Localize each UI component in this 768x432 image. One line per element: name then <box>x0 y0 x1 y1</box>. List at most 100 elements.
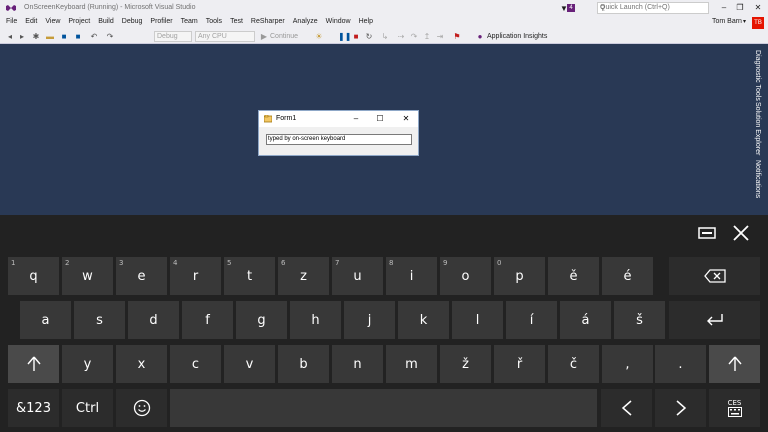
menu-resharper[interactable]: ReSharper <box>247 17 289 26</box>
open-folder-icon[interactable]: ▬ <box>44 31 56 42</box>
menu-build[interactable]: Build <box>94 17 118 26</box>
key-row3[interactable]: c <box>170 345 221 383</box>
continue-button[interactable]: Continue <box>270 31 298 42</box>
side-tab-notifications[interactable]: Notifications <box>754 160 761 198</box>
key-row2[interactable]: l <box>452 301 503 339</box>
right-shift-key[interactable] <box>709 345 760 383</box>
key-row1[interactable]: 6z <box>278 257 329 295</box>
key-row1[interactable]: é <box>602 257 653 295</box>
menu-window[interactable]: Window <box>322 17 355 26</box>
key-row2[interactable]: h <box>290 301 341 339</box>
key-row3[interactable]: ž <box>440 345 491 383</box>
restore-button[interactable]: ❐ <box>732 2 748 14</box>
platform-dropdown[interactable]: Any CPU <box>195 31 255 42</box>
key-row3[interactable]: v <box>224 345 275 383</box>
enter-key[interactable] <box>669 301 760 339</box>
right-arrow-key[interactable] <box>655 389 706 427</box>
key-row2[interactable]: s <box>74 301 125 339</box>
key-row1[interactable]: 3e <box>116 257 167 295</box>
save-icon[interactable]: ■ <box>58 31 70 42</box>
forward-icon[interactable]: ▸ <box>16 31 28 42</box>
key-row3[interactable]: . <box>655 345 706 383</box>
key-row3[interactable]: m <box>386 345 437 383</box>
keyboard-layout-icon[interactable] <box>697 223 717 243</box>
step-icon[interactable]: ⇥ <box>435 31 445 42</box>
user-name[interactable]: Tom Barn <box>712 18 742 25</box>
key-row1[interactable]: 9o <box>440 257 491 295</box>
close-icon[interactable] <box>731 223 751 243</box>
step-over-icon[interactable]: ↷ <box>409 31 419 42</box>
menu-profiler[interactable]: Profiler <box>146 17 176 26</box>
key-row1[interactable]: 1q <box>8 257 59 295</box>
space-key[interactable] <box>170 389 597 427</box>
menu-file[interactable]: File <box>2 17 21 26</box>
form1-minimize-button[interactable]: – <box>349 113 363 125</box>
key-row3[interactable]: n <box>332 345 383 383</box>
symbols-key[interactable]: &123 <box>8 389 59 427</box>
close-button[interactable]: ✕ <box>750 2 766 14</box>
redo-icon[interactable]: ↷ <box>104 31 116 42</box>
key-row2[interactable]: g <box>236 301 287 339</box>
menu-analyze[interactable]: Analyze <box>289 17 322 26</box>
menu-test[interactable]: Test <box>226 17 247 26</box>
left-arrow-key[interactable] <box>601 389 652 427</box>
key-row1[interactable]: 4r <box>170 257 221 295</box>
key-row2[interactable]: a <box>20 301 71 339</box>
quick-launch-input[interactable]: Quick Launch (Ctrl+Q) ⚲ <box>597 2 709 14</box>
pause-icon[interactable]: ❚❚ <box>338 31 351 42</box>
form1-maximize-button[interactable]: ☐ <box>373 113 387 125</box>
ctrl-key[interactable]: Ctrl <box>62 389 113 427</box>
notifications-button[interactable]: ▼ 4 <box>560 2 576 14</box>
key-row3[interactable]: , <box>602 345 653 383</box>
key-row2[interactable]: k <box>398 301 449 339</box>
menu-debug[interactable]: Debug <box>118 17 147 26</box>
save-all-icon[interactable]: ■ <box>72 31 84 42</box>
left-shift-key[interactable] <box>8 345 59 383</box>
exception-settings-icon[interactable]: ⚑ <box>452 31 462 42</box>
emoji-key[interactable] <box>116 389 167 427</box>
menu-view[interactable]: View <box>41 17 64 26</box>
undo-icon[interactable]: ↶ <box>88 31 100 42</box>
key-row2[interactable]: j <box>344 301 395 339</box>
side-tab-solution-explorer[interactable]: Solution Explorer <box>754 102 761 155</box>
side-tab-diagnostic-tools[interactable]: Diagnostic Tools <box>754 50 761 101</box>
step-into-icon[interactable]: ⇢ <box>396 31 406 42</box>
new-project-icon[interactable]: ✱ <box>30 31 42 42</box>
form1-textbox[interactable]: typed by on-screen keyboard <box>266 134 412 145</box>
restart-icon[interactable]: ↻ <box>364 31 374 42</box>
chevron-down-icon[interactable]: ▾ <box>743 18 746 25</box>
menu-edit[interactable]: Edit <box>21 17 41 26</box>
key-row2[interactable]: í <box>506 301 557 339</box>
application-insights-icon[interactable]: ● <box>475 31 485 42</box>
step-out-icon[interactable]: ↥ <box>422 31 432 42</box>
key-row1[interactable]: 7u <box>332 257 383 295</box>
key-row3[interactable]: b <box>278 345 329 383</box>
key-row3[interactable]: y <box>62 345 113 383</box>
flame-icon[interactable]: ☀ <box>314 31 324 42</box>
key-row1[interactable]: 0p <box>494 257 545 295</box>
key-row1[interactable]: 8i <box>386 257 437 295</box>
key-row2[interactable]: š <box>614 301 665 339</box>
menu-tools[interactable]: Tools <box>202 17 226 26</box>
key-row2[interactable]: á <box>560 301 611 339</box>
key-row1[interactable]: ě <box>548 257 599 295</box>
key-row2[interactable]: d <box>128 301 179 339</box>
stop-icon[interactable]: ■ <box>351 31 361 42</box>
menu-project[interactable]: Project <box>64 17 94 26</box>
key-row3[interactable]: č <box>548 345 599 383</box>
key-row1[interactable]: 5t <box>224 257 275 295</box>
language-key[interactable]: CES <box>709 389 760 427</box>
backspace-key[interactable] <box>669 257 760 295</box>
back-icon[interactable]: ◂ <box>4 31 16 42</box>
menu-help[interactable]: Help <box>355 17 377 26</box>
minimize-button[interactable]: – <box>716 2 732 14</box>
form1-close-button[interactable]: ✕ <box>399 113 413 125</box>
play-icon[interactable]: ▶ <box>259 31 269 42</box>
configuration-dropdown[interactable]: Debug <box>154 31 192 42</box>
menu-team[interactable]: Team <box>177 17 202 26</box>
key-row1[interactable]: 2w <box>62 257 113 295</box>
application-insights-button[interactable]: Application Insights <box>487 31 547 42</box>
avatar[interactable]: TB <box>752 17 764 29</box>
key-row3[interactable]: x <box>116 345 167 383</box>
show-next-statement-icon[interactable]: ↳ <box>380 31 390 42</box>
